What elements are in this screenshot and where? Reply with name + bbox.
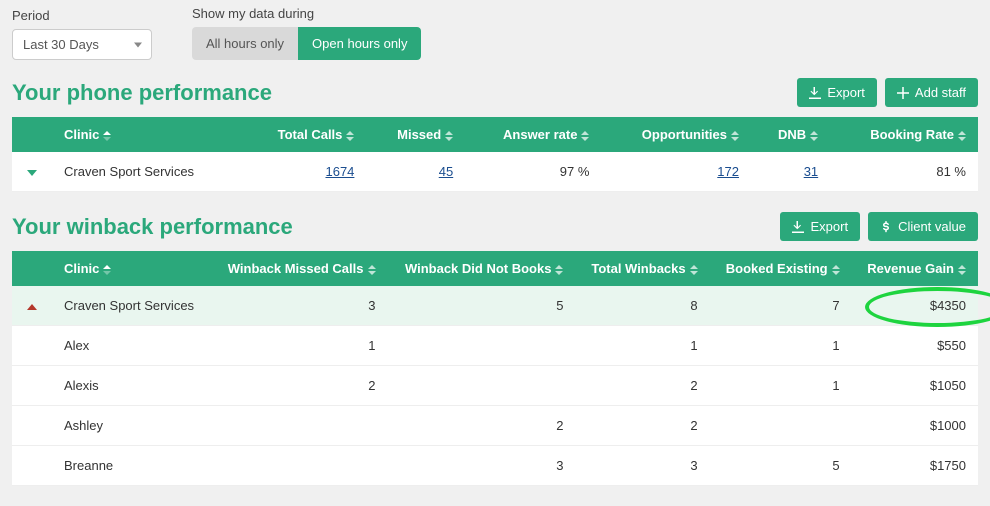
cell-total-winbacks: 8 xyxy=(575,286,709,326)
period-control: Period Last 30 Days xyxy=(12,8,152,60)
chevron-up-icon[interactable] xyxy=(27,304,37,310)
table-row: Craven Sport Services3587$4350 xyxy=(12,286,978,326)
col-clinic[interactable]: Clinic xyxy=(52,251,211,286)
cell-booked-existing xyxy=(710,406,852,446)
cell-revenue-gain: $1050 xyxy=(852,366,978,406)
sort-icon xyxy=(810,131,818,141)
col-answer-rate[interactable]: Answer rate xyxy=(465,117,601,152)
winback-table: Clinic Winback Missed Calls Winback Did … xyxy=(12,251,978,486)
sort-icon xyxy=(103,265,111,275)
cell-booking-rate: 81 % xyxy=(830,152,978,192)
download-icon xyxy=(792,221,804,233)
col-winback-missed[interactable]: Winback Missed Calls xyxy=(211,251,388,286)
chevron-down-icon[interactable] xyxy=(27,170,37,176)
sort-icon xyxy=(103,131,111,141)
sort-icon xyxy=(368,265,376,275)
cell-missed[interactable]: 45 xyxy=(439,164,453,179)
col-missed[interactable]: Missed xyxy=(366,117,465,152)
cell-total-calls[interactable]: 1674 xyxy=(325,164,354,179)
sort-icon xyxy=(690,265,698,275)
cell-revenue-gain: $1750 xyxy=(852,446,978,486)
cell-booked-existing: 1 xyxy=(710,326,852,366)
cell-revenue-gain: $1000 xyxy=(852,406,978,446)
download-icon xyxy=(809,87,821,99)
cell-clinic: Craven Sport Services xyxy=(52,286,211,326)
cell-clinic: Alexis xyxy=(52,366,211,406)
col-booked-existing[interactable]: Booked Existing xyxy=(710,251,852,286)
col-revenue-gain[interactable]: Revenue Gain xyxy=(852,251,978,286)
cell-winback-missed: 2 xyxy=(211,366,388,406)
table-row: Ashley 22 $1000 xyxy=(12,406,978,446)
open-hours-button[interactable]: Open hours only xyxy=(298,27,421,60)
dollar-icon xyxy=(880,221,892,233)
all-hours-button[interactable]: All hours only xyxy=(192,27,298,60)
cell-revenue-gain: $550 xyxy=(852,326,978,366)
cell-clinic: Alex xyxy=(52,326,211,366)
cell-winback-missed: 3 xyxy=(211,286,388,326)
sort-icon xyxy=(958,131,966,141)
cell-clinic: Breanne xyxy=(52,446,211,486)
cell-winback-dnb: 5 xyxy=(388,286,576,326)
cell-winback-missed: 1 xyxy=(211,326,388,366)
cell-total-winbacks: 3 xyxy=(575,446,709,486)
sort-icon xyxy=(731,131,739,141)
cell-winback-dnb xyxy=(388,366,576,406)
col-dnb[interactable]: DNB xyxy=(751,117,830,152)
sort-icon xyxy=(445,131,453,141)
cell-total-winbacks: 1 xyxy=(575,326,709,366)
sort-icon xyxy=(581,131,589,141)
cell-booked-existing: 1 xyxy=(710,366,852,406)
sort-icon xyxy=(346,131,354,141)
export-phone-button[interactable]: Export xyxy=(797,78,877,107)
export-winback-button[interactable]: Export xyxy=(780,212,860,241)
col-total-calls[interactable]: Total Calls xyxy=(242,117,366,152)
col-winback-dnb[interactable]: Winback Did Not Books xyxy=(388,251,576,286)
cell-winback-missed xyxy=(211,406,388,446)
cell-winback-dnb xyxy=(388,326,576,366)
col-total-winbacks[interactable]: Total Winbacks xyxy=(575,251,709,286)
cell-clinic: Ashley xyxy=(52,406,211,446)
phone-table: Clinic Total Calls Missed Answer rate Op… xyxy=(12,117,978,192)
phone-section-title: Your phone performance xyxy=(12,80,272,106)
cell-total-winbacks: 2 xyxy=(575,366,709,406)
add-staff-button[interactable]: Add staff xyxy=(885,78,978,107)
table-row: Alex111$550 xyxy=(12,326,978,366)
table-row: Alexis221$1050 xyxy=(12,366,978,406)
cell-answer-rate: 97 % xyxy=(465,152,601,192)
col-clinic[interactable]: Clinic xyxy=(52,117,242,152)
cell-total-winbacks: 2 xyxy=(575,406,709,446)
col-booking-rate[interactable]: Booking Rate xyxy=(830,117,978,152)
table-row: Craven Sport Services 1674 45 97 % 172 3… xyxy=(12,152,978,192)
sort-icon xyxy=(555,265,563,275)
cell-winback-dnb: 2 xyxy=(388,406,576,446)
cell-booked-existing: 7 xyxy=(710,286,852,326)
period-select[interactable]: Last 30 Days xyxy=(12,29,152,60)
cell-booked-existing: 5 xyxy=(710,446,852,486)
client-value-button[interactable]: Client value xyxy=(868,212,978,241)
winback-section-title: Your winback performance xyxy=(12,214,293,240)
cell-revenue-gain: $4350 xyxy=(852,286,978,326)
cell-winback-dnb: 3 xyxy=(388,446,576,486)
cell-dnb[interactable]: 31 xyxy=(804,164,818,179)
sort-icon xyxy=(832,265,840,275)
hours-label: Show my data during xyxy=(192,6,421,21)
plus-icon xyxy=(897,87,909,99)
table-row: Breanne335$1750 xyxy=(12,446,978,486)
period-label: Period xyxy=(12,8,152,23)
sort-icon xyxy=(958,265,966,275)
cell-clinic: Craven Sport Services xyxy=(52,152,242,192)
cell-winback-missed xyxy=(211,446,388,486)
col-opportunities[interactable]: Opportunities xyxy=(601,117,751,152)
cell-opportunities[interactable]: 172 xyxy=(717,164,739,179)
hours-control: Show my data during All hours only Open … xyxy=(192,6,421,60)
